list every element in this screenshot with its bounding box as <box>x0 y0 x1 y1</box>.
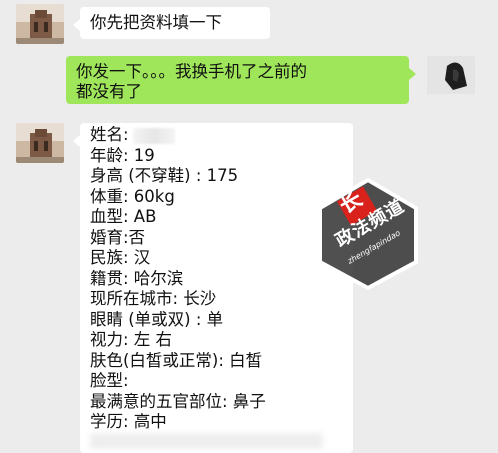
sent-message-bubble[interactable]: 你发一下。。。我换手机了之前的 都没有了 <box>66 56 416 104</box>
form-line-weight: 体重: 60kg <box>90 186 175 206</box>
message-text-line: 你发一下。。。我换手机了之前的 <box>76 62 307 81</box>
form-line-height: 身高 (不穿鞋) : 175 <box>90 166 239 185</box>
bubble-tail <box>73 19 80 31</box>
form-line-education: 学历: 高中 <box>90 412 167 431</box>
form-line-eyes: 眼睛 (单或双) : 单 <box>90 309 224 329</box>
self-avatar[interactable] <box>427 56 475 96</box>
form-line-hometown: 籍贯: 哈尔滨 <box>90 268 184 288</box>
form-line-ethnicity: 民族: 汉 <box>90 248 151 267</box>
received-message-bubble[interactable]: 你先把资料填一下 <box>73 7 270 39</box>
message-text-line: 都没有了 <box>76 82 142 101</box>
form-line-face-shape: 脸型: <box>90 371 129 390</box>
bubble-tail <box>409 68 416 80</box>
form-line-vision: 视力: 左 右 <box>90 330 173 349</box>
form-line-best-feature: 最满意的五官部位: 鼻子 <box>90 391 266 411</box>
contact-avatar[interactable] <box>16 4 64 44</box>
form-line-marital: 婚育:否 <box>90 227 146 247</box>
contact-avatar[interactable] <box>16 123 64 163</box>
form-line-name: 姓名: <box>90 125 343 146</box>
message-text: 你先把资料填一下 <box>90 13 222 32</box>
blurred-area <box>90 433 323 449</box>
form-line-city: 现所在城市: 长沙 <box>90 289 217 308</box>
bubble-tail <box>73 135 80 147</box>
form-line-skin: 肤色(白皙或正常): 白皙 <box>90 350 263 370</box>
form-line-blood-type: 血型: AB <box>90 207 157 226</box>
form-line-age: 年龄: 19 <box>90 145 155 165</box>
redacted-area <box>132 127 175 144</box>
